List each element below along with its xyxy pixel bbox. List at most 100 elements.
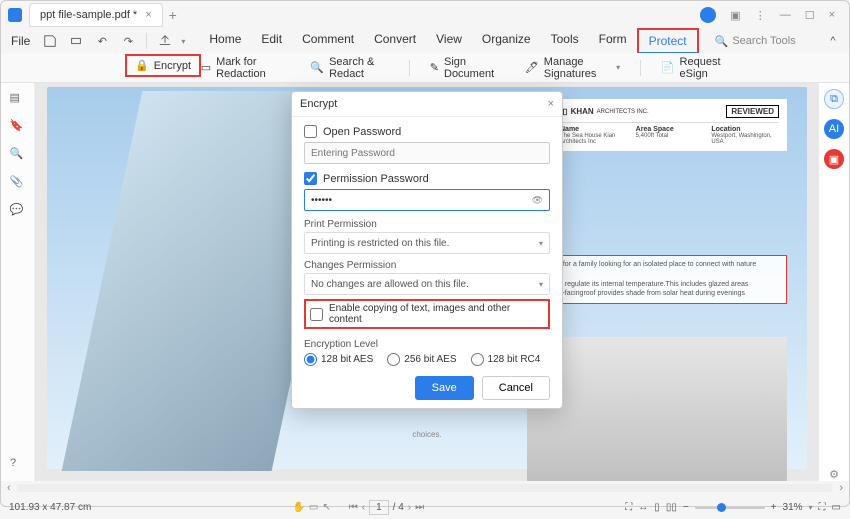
save-button[interactable]: Save xyxy=(415,376,474,400)
close-icon[interactable]: × xyxy=(145,9,151,21)
page-number-input[interactable]: 1 xyxy=(369,500,389,515)
thumbnails-icon[interactable]: ▤ xyxy=(10,91,26,107)
single-page-icon[interactable]: ▯ xyxy=(654,502,660,513)
radio-256aes[interactable]: 256 bit AES xyxy=(387,353,456,366)
esign-icon: 📄 xyxy=(661,61,675,74)
undo-icon[interactable]: ↶ xyxy=(92,31,112,51)
comments-icon[interactable]: 💬 xyxy=(10,203,26,219)
search-tools[interactable]: 🔍 Search Tools xyxy=(715,35,796,48)
mark-redaction-label: Mark for Redaction xyxy=(216,56,284,80)
hand-tool-icon[interactable]: ✋ xyxy=(292,502,304,513)
ribbon-protect: 🔒 Encrypt ▭ Mark for Redaction 🔍 Search … xyxy=(1,53,849,83)
scroll-right-icon[interactable]: › xyxy=(839,482,843,494)
tab-current[interactable]: ppt file-sample.pdf * × xyxy=(29,3,163,27)
two-page-icon[interactable]: ▯▯ xyxy=(666,502,677,513)
prev-page-icon[interactable]: ‹ xyxy=(362,502,365,513)
zoom-slider[interactable] xyxy=(695,506,765,509)
share-caret-icon[interactable]: ▾ xyxy=(181,37,185,46)
help-icon[interactable]: ? xyxy=(10,457,26,473)
fit-page-icon[interactable]: ⛶ xyxy=(625,502,632,513)
changes-permission-select[interactable]: No changes are allowed on this file.▾ xyxy=(304,273,550,295)
read-mode-icon[interactable]: ▭ xyxy=(832,502,841,513)
building-image-2 xyxy=(527,337,787,481)
alert-icon[interactable]: ▣ xyxy=(824,149,844,169)
attachment-icon[interactable]: 📎 xyxy=(10,175,26,191)
search-icon: 🔍 xyxy=(715,35,729,48)
h-scrollbar[interactable]: ‹ › xyxy=(1,481,849,495)
cancel-button[interactable]: Cancel xyxy=(482,376,550,400)
minimize-icon[interactable]: — xyxy=(780,9,791,21)
select-tool-icon[interactable]: ▭ xyxy=(309,502,318,513)
redo-icon[interactable]: ↷ xyxy=(118,31,138,51)
dialog-close-icon[interactable]: × xyxy=(548,98,554,110)
collapse-ribbon-icon[interactable]: ^ xyxy=(823,31,843,51)
permission-password-check[interactable]: Permission Password xyxy=(304,172,550,185)
sign-icon: ✎ xyxy=(430,61,439,74)
avatar[interactable] xyxy=(700,7,716,23)
fit-width-icon[interactable]: ↔ xyxy=(638,502,648,513)
menu-convert[interactable]: Convert xyxy=(364,28,426,54)
left-rail: ▤ 🔖 🔍 📎 💬 ? xyxy=(1,83,35,481)
fullscreen-icon[interactable]: ⛶ xyxy=(819,502,826,513)
window-panel-icon[interactable]: ▣ xyxy=(730,9,740,22)
enable-copying-check[interactable]: Enable copying of text, images and other… xyxy=(310,303,544,325)
request-esign-button[interactable]: 📄 Request eSign xyxy=(653,53,739,83)
settings-icon[interactable]: ⚙ xyxy=(829,468,839,481)
main-menu: Home Edit Comment Convert View Organize … xyxy=(199,28,698,54)
zoom-caret-icon[interactable]: ▾ xyxy=(809,503,813,512)
tab-add-icon[interactable]: + xyxy=(169,7,177,23)
radio-128rc4[interactable]: 128 bit RC4 xyxy=(471,353,541,366)
col-area: Area Space5,400ft Total xyxy=(636,126,704,145)
mark-redaction-button[interactable]: ▭ Mark for Redaction xyxy=(193,53,293,83)
print-permission-select[interactable]: Printing is restricted on this file.▾ xyxy=(304,232,550,254)
radio-128aes[interactable]: 128 bit AES xyxy=(304,353,373,366)
ai-icon[interactable]: AI xyxy=(824,119,844,139)
open-password-check[interactable]: Open Password xyxy=(304,125,550,138)
print-icon[interactable] xyxy=(66,31,86,51)
scroll-left-icon[interactable]: ‹ xyxy=(7,482,11,494)
first-page-icon[interactable]: ⏮ xyxy=(349,502,358,513)
permission-password-input[interactable]: ••••••👁 xyxy=(304,189,550,211)
manage-signatures-button[interactable]: 🖊 Manage Signatures ▾ xyxy=(517,53,628,83)
app-icon xyxy=(5,5,25,25)
doc-header-card: ◧ KHAN ARCHITECTS INC. REVIEWED NameThe … xyxy=(552,99,787,151)
menu-comment[interactable]: Comment xyxy=(292,28,364,54)
encryption-level-label: Encryption Level xyxy=(304,339,550,350)
menu-view[interactable]: View xyxy=(426,28,472,54)
search-redact-icon: 🔍 xyxy=(310,61,324,74)
bookmark-icon[interactable]: 🔖 xyxy=(10,119,26,135)
zoom-out-icon[interactable]: − xyxy=(683,502,689,513)
menu-form[interactable]: Form xyxy=(589,28,637,54)
save-icon[interactable] xyxy=(40,31,60,51)
properties-icon[interactable]: ⧉ xyxy=(824,89,844,109)
menu-home[interactable]: Home xyxy=(199,28,251,54)
reviewed-stamp: REVIEWED xyxy=(726,105,779,118)
enable-copying-checkbox[interactable] xyxy=(310,308,323,321)
open-password-checkbox[interactable] xyxy=(304,125,317,138)
next-page-icon[interactable]: › xyxy=(408,502,411,513)
kebab-icon[interactable]: ⋮ xyxy=(755,9,766,22)
open-password-input[interactable] xyxy=(304,142,550,164)
menu-organize[interactable]: Organize xyxy=(472,28,541,54)
cursor-tool-icon[interactable]: ↖ xyxy=(322,502,330,513)
permission-password-checkbox[interactable] xyxy=(304,172,317,185)
encrypt-dialog: Encrypt × Open Password Permission Passw… xyxy=(291,91,563,409)
zoom-in-icon[interactable]: + xyxy=(771,502,777,513)
menu-protect[interactable]: Protect xyxy=(637,28,699,54)
last-page-icon[interactable]: ⏭ xyxy=(415,502,424,513)
file-menu[interactable]: File xyxy=(7,34,34,48)
encrypt-label: Encrypt xyxy=(154,60,191,72)
search-redact-button[interactable]: 🔍 Search & Redact xyxy=(302,53,397,83)
redact-icon: ▭ xyxy=(201,61,211,74)
menu-tools[interactable]: Tools xyxy=(541,28,589,54)
signatures-icon: 🖊 xyxy=(525,61,539,74)
encrypt-button[interactable]: 🔒 Encrypt xyxy=(125,54,201,77)
share-icon[interactable] xyxy=(155,31,175,51)
sign-document-button[interactable]: ✎ Sign Document xyxy=(422,53,507,83)
close-window-icon[interactable]: × xyxy=(829,9,835,21)
menu-edit[interactable]: Edit xyxy=(251,28,292,54)
scroll-track[interactable] xyxy=(17,484,834,492)
enable-copying-label: Enable copying of text, images and other… xyxy=(329,303,544,325)
maximize-icon[interactable]: ☐ xyxy=(805,9,815,22)
search-panel-icon[interactable]: 🔍 xyxy=(10,147,26,163)
